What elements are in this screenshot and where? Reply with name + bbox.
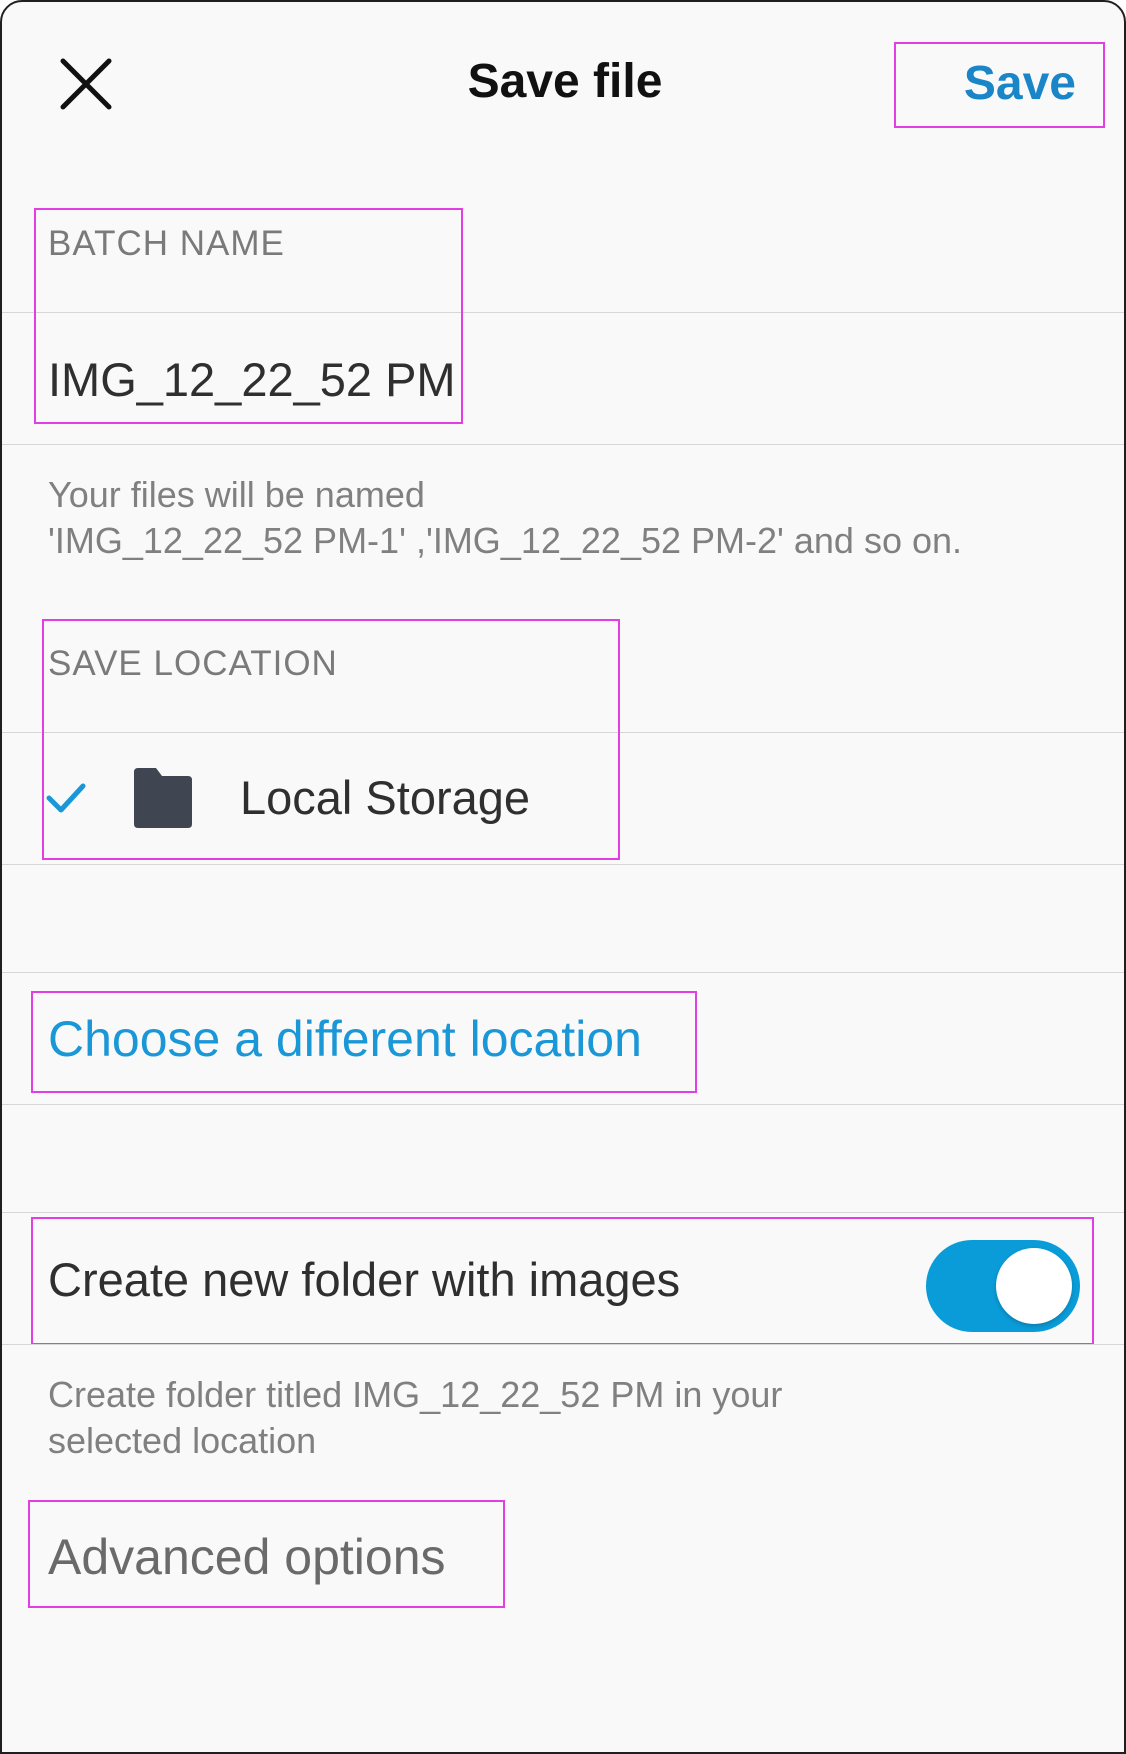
- divider: [2, 444, 1124, 445]
- save-file-sheet: Save file Save BATCH NAME Your files wil…: [0, 0, 1126, 1754]
- create-folder-toggle[interactable]: [926, 1240, 1080, 1332]
- batch-name-hint-line-1: Your files will be named: [48, 474, 425, 515]
- save-button[interactable]: Save: [964, 56, 1076, 111]
- divider: [2, 864, 1124, 865]
- divider: [2, 972, 1124, 973]
- batch-name-section-label: BATCH NAME: [48, 224, 285, 263]
- create-folder-hint-line-2: selected location: [48, 1420, 317, 1461]
- create-folder-label: Create new folder with images: [48, 1253, 681, 1306]
- choose-different-location-link[interactable]: Choose a different location: [48, 1010, 642, 1068]
- toggle-knob: [996, 1248, 1072, 1324]
- divider: [2, 1344, 1124, 1345]
- checkmark-icon: [46, 783, 86, 813]
- folder-icon: [134, 768, 192, 828]
- batch-name-hint-line-2: 'IMG_12_22_52 PM-1' ,'IMG_12_22_52 PM-2'…: [48, 520, 963, 561]
- advanced-options-button[interactable]: Advanced options: [48, 1528, 446, 1586]
- batch-name-input[interactable]: [48, 348, 458, 410]
- page-title: Save file: [467, 55, 663, 108]
- divider: [2, 1212, 1124, 1213]
- divider: [2, 732, 1124, 733]
- create-folder-hint-line-1: Create folder titled IMG_12_22_52 PM in …: [48, 1374, 783, 1415]
- location-label: Local Storage: [240, 771, 531, 824]
- save-location-section-label: SAVE LOCATION: [48, 644, 338, 683]
- divider: [2, 312, 1124, 313]
- divider: [2, 1104, 1124, 1105]
